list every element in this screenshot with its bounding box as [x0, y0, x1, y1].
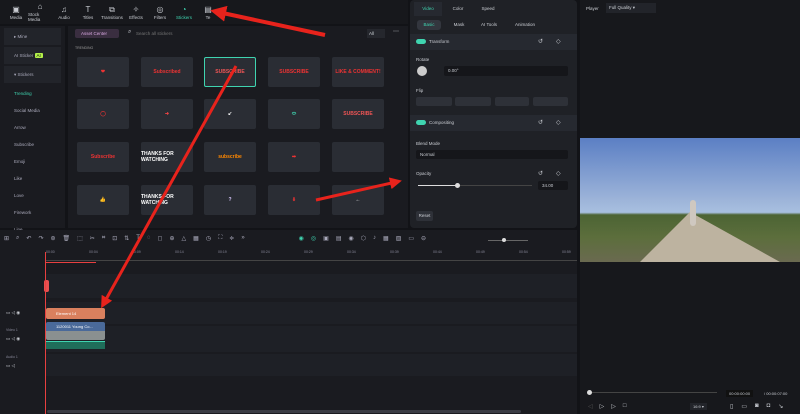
arrow-to-sticker-clip: [101, 65, 238, 309]
arrow-to-opacity: [315, 177, 402, 202]
arrow-to-stickers-tab: [210, 5, 326, 37]
annotation-arrows: [101, 5, 402, 309]
